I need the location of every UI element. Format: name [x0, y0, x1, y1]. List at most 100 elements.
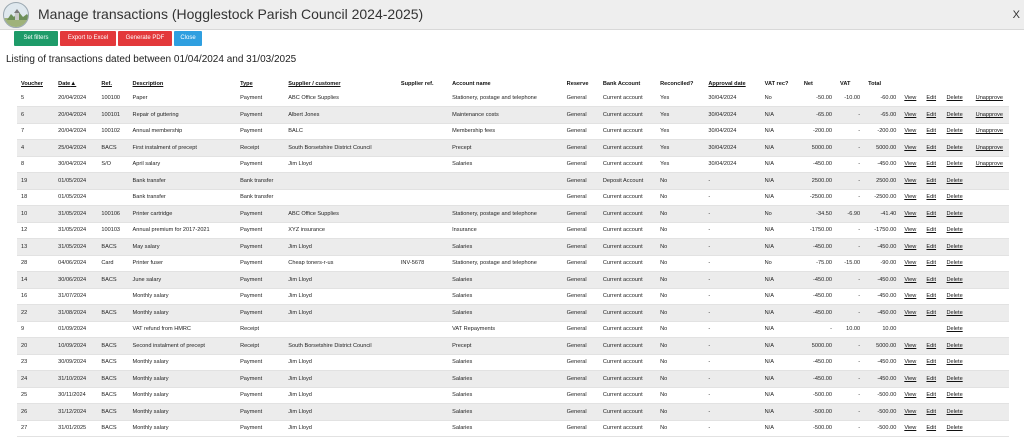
edit-link[interactable]: Edit: [926, 392, 936, 398]
col-header-approval[interactable]: Approval date: [704, 78, 760, 90]
unapprove-link[interactable]: Unapprove: [976, 128, 1003, 134]
view-link[interactable]: View: [904, 128, 916, 134]
delete-link[interactable]: Delete: [947, 425, 963, 431]
table-row[interactable]: 7 20/04/2024 100102 Annual membership Paymen…: [17, 123, 1009, 140]
edit-link[interactable]: Edit: [926, 211, 936, 217]
view-link[interactable]: View: [904, 161, 916, 167]
delete-link[interactable]: Delete: [947, 112, 963, 118]
delete-link[interactable]: Delete: [947, 392, 963, 398]
edit-link[interactable]: Edit: [926, 244, 936, 250]
table-row[interactable]: 27 31/01/2025 BACS Monthly salary Payment Jim…: [17, 420, 1009, 437]
edit-link[interactable]: Edit: [926, 112, 936, 118]
generate-pdf-button[interactable]: Generate PDF: [118, 31, 172, 46]
table-row[interactable]: 5 20/04/2024 100100 Paper Payment ABC Office …: [17, 90, 1009, 107]
col-header-voucher[interactable]: Voucher: [17, 78, 54, 90]
delete-link[interactable]: Delete: [947, 376, 963, 382]
view-link[interactable]: View: [904, 227, 916, 233]
table-row[interactable]: 26 31/12/2024 BACS Monthly salary Payment Jim…: [17, 403, 1009, 420]
unapprove-link[interactable]: Unapprove: [976, 95, 1003, 101]
edit-link[interactable]: Edit: [926, 194, 936, 200]
table-row[interactable]: 19 01/05/2024 Bank transfer Bank transfer Ge…: [17, 172, 1009, 189]
window-close-button[interactable]: X: [1013, 9, 1020, 21]
edit-link[interactable]: Edit: [926, 178, 936, 184]
table-row[interactable]: 10 31/05/2024 100106 Printer cartridge Payme…: [17, 205, 1009, 222]
table-row[interactable]: 24 31/10/2024 BACS Monthly salary Payment Jim…: [17, 370, 1009, 387]
delete-link[interactable]: Delete: [947, 260, 963, 266]
delete-link[interactable]: Delete: [947, 244, 963, 250]
view-link[interactable]: View: [904, 376, 916, 382]
edit-link[interactable]: Edit: [926, 128, 936, 134]
delete-link[interactable]: Delete: [947, 227, 963, 233]
table-row[interactable]: 6 20/04/2024 100101 Repair of guttering Paym…: [17, 106, 1009, 123]
delete-link[interactable]: Delete: [947, 211, 963, 217]
edit-link[interactable]: Edit: [926, 145, 936, 151]
edit-link[interactable]: Edit: [926, 161, 936, 167]
export-excel-button[interactable]: Export to Excel: [60, 31, 116, 46]
delete-link[interactable]: Delete: [947, 343, 963, 349]
view-link[interactable]: View: [904, 277, 916, 283]
unapprove-link[interactable]: Unapprove: [976, 161, 1003, 167]
view-link[interactable]: View: [904, 112, 916, 118]
delete-link[interactable]: Delete: [947, 326, 963, 332]
col-header-description[interactable]: Description: [129, 78, 237, 90]
col-header-type[interactable]: Type: [236, 78, 284, 90]
edit-link[interactable]: Edit: [926, 227, 936, 233]
table-row[interactable]: 4 25/04/2024 BACS First instalment of prece…: [17, 139, 1009, 156]
table-row[interactable]: 14 30/06/2024 BACS June salary Payment Jim Ll…: [17, 271, 1009, 288]
view-link[interactable]: View: [904, 178, 916, 184]
cell-total: 10.00: [882, 326, 897, 333]
delete-link[interactable]: Delete: [947, 277, 963, 283]
col-header-ref[interactable]: Ref.: [97, 78, 128, 90]
view-link[interactable]: View: [904, 409, 916, 415]
view-link[interactable]: View: [904, 145, 916, 151]
edit-link[interactable]: Edit: [926, 95, 936, 101]
view-link[interactable]: View: [904, 359, 916, 365]
view-link[interactable]: View: [904, 293, 916, 299]
view-link[interactable]: View: [904, 194, 916, 200]
delete-link[interactable]: Delete: [947, 128, 963, 134]
view-link[interactable]: View: [904, 244, 916, 250]
set-filters-button[interactable]: Set filters: [14, 31, 58, 46]
close-button[interactable]: Close: [174, 31, 202, 46]
delete-link[interactable]: Delete: [947, 293, 963, 299]
view-link[interactable]: View: [904, 310, 916, 316]
table-row[interactable]: 20 10/09/2024 BACS Second instalment of pre…: [17, 337, 1009, 354]
table-row[interactable]: 22 31/08/2024 BACS Monthly salary Payment Jim…: [17, 304, 1009, 321]
unapprove-link[interactable]: Unapprove: [976, 145, 1003, 151]
delete-link[interactable]: Delete: [947, 145, 963, 151]
edit-link[interactable]: Edit: [926, 277, 936, 283]
table-row[interactable]: 13 31/05/2024 BACS May salary Payment Jim Llo…: [17, 238, 1009, 255]
view-link[interactable]: View: [904, 425, 916, 431]
table-row[interactable]: 28 04/06/2024 Card Printer fuser Payment Chea…: [17, 255, 1009, 272]
table-row[interactable]: 23 30/09/2024 BACS Monthly salary Payment Jim…: [17, 354, 1009, 371]
table-row[interactable]: 8 30/04/2024 S/O April salary Payment Jim Llo…: [17, 156, 1009, 173]
table-row[interactable]: 16 31/07/2024 Monthly salary Payment Jim Llo…: [17, 288, 1009, 305]
delete-link[interactable]: Delete: [947, 161, 963, 167]
edit-link[interactable]: Edit: [926, 343, 936, 349]
table-row[interactable]: 9 01/09/2024 VAT refund from HMRC Receipt VA…: [17, 321, 1009, 338]
view-link[interactable]: View: [904, 392, 916, 398]
table-row[interactable]: 25 30/11/2024 BACS Monthly salary Payment Jim…: [17, 387, 1009, 404]
edit-link[interactable]: Edit: [926, 409, 936, 415]
view-link[interactable]: View: [904, 95, 916, 101]
delete-link[interactable]: Delete: [947, 409, 963, 415]
edit-link[interactable]: Edit: [926, 376, 936, 382]
edit-link[interactable]: Edit: [926, 310, 936, 316]
edit-link[interactable]: Edit: [926, 293, 936, 299]
delete-link[interactable]: Delete: [947, 178, 963, 184]
delete-link[interactable]: Delete: [947, 310, 963, 316]
edit-link[interactable]: Edit: [926, 425, 936, 431]
unapprove-link[interactable]: Unapprove: [976, 112, 1003, 118]
col-header-date[interactable]: Date▲: [54, 78, 97, 90]
delete-link[interactable]: Delete: [947, 359, 963, 365]
delete-link[interactable]: Delete: [947, 95, 963, 101]
table-row[interactable]: 18 01/05/2024 Bank transfer Bank transfer Ge…: [17, 189, 1009, 206]
edit-link[interactable]: Edit: [926, 260, 936, 266]
table-row[interactable]: 12 31/05/2024 100103 Annual premium for 201…: [17, 222, 1009, 239]
view-link[interactable]: View: [904, 211, 916, 217]
view-link[interactable]: View: [904, 260, 916, 266]
col-header-supplier[interactable]: Supplier / customer: [284, 78, 397, 90]
edit-link[interactable]: Edit: [926, 359, 936, 365]
view-link[interactable]: View: [904, 343, 916, 349]
delete-link[interactable]: Delete: [947, 194, 963, 200]
